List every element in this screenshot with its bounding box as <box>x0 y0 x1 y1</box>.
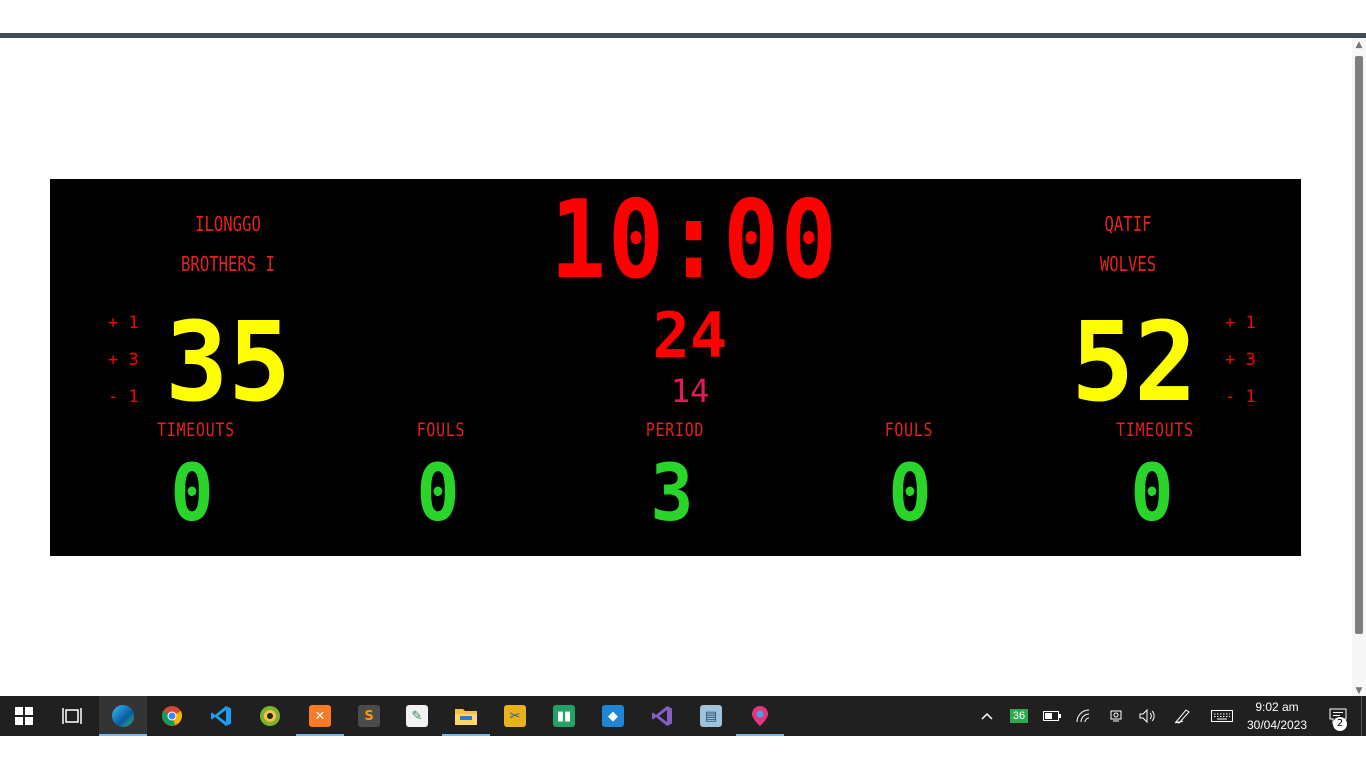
home-plus-3-button[interactable]: + 3 <box>108 351 139 369</box>
home-timeouts-label: TIMEOUTS <box>157 419 235 441</box>
away-minus-1-button[interactable]: - 1 <box>1225 388 1256 406</box>
start-icon[interactable] <box>0 696 48 736</box>
home-minus-1-button[interactable]: - 1 <box>108 388 139 406</box>
home-team-name-line2: BROTHERS I <box>181 252 275 276</box>
chevron-up-icon[interactable] <box>976 696 998 736</box>
vscode-icon[interactable] <box>197 696 245 736</box>
away-timeouts-label: TIMEOUTS <box>1116 419 1194 441</box>
edge-icon[interactable] <box>99 696 147 736</box>
home-fouls-value: 0 <box>416 449 460 539</box>
sublime-text-icon[interactable]: S <box>345 696 393 736</box>
xampp-icon[interactable]: ✕ <box>296 696 344 736</box>
taskbar-date: 30/04/2023 <box>1246 718 1308 732</box>
maps-icon[interactable] <box>736 696 784 736</box>
wifi-icon[interactable] <box>1072 696 1096 736</box>
taskbar-clock[interactable]: 9:02 am 30/04/2023 <box>1236 696 1318 736</box>
game-clock: 10:00 <box>550 178 839 303</box>
show-desktop-button[interactable] <box>1361 696 1366 736</box>
away-plus-1-button[interactable]: + 1 <box>1225 314 1256 332</box>
scroll-thumb[interactable] <box>1355 56 1363 634</box>
notepad-plus-plus-icon[interactable]: ✎ <box>393 696 441 736</box>
keyboard-icon[interactable] <box>1208 696 1236 736</box>
home-team-name-line1: ILONGGO <box>195 212 261 236</box>
notes-icon[interactable]: ▤ <box>687 696 735 736</box>
scoreboard: ILONGGO BROTHERS I QATIF WOLVES 10:00 24… <box>50 179 1301 556</box>
period-value: 3 <box>650 449 694 539</box>
shot-clock: 24 <box>652 299 728 372</box>
webcam-icon[interactable] <box>1104 696 1128 736</box>
home-timeouts-value: 0 <box>170 449 214 539</box>
vertical-scrollbar[interactable]: ▲ ▼ <box>1352 38 1366 696</box>
pycharm-icon[interactable] <box>246 696 294 736</box>
away-fouls-label: FOULS <box>884 419 934 441</box>
visual-studio-icon[interactable] <box>638 696 686 736</box>
tray-app-icon[interactable]: 36 <box>1006 696 1032 736</box>
scroll-up-arrow-icon[interactable]: ▲ <box>1354 40 1364 50</box>
home-score: 35 <box>165 298 292 426</box>
home-fouls-label: FOULS <box>416 419 466 441</box>
chrome-icon[interactable] <box>148 696 196 736</box>
teams-green-app-icon[interactable]: ▮▮ <box>540 696 588 736</box>
taskbar: ✕ S ✎ ✂ ▮▮ ◆ ▤ 36 9:02 am 30/04/2023 2 <box>0 696 1366 736</box>
sandbox-icon[interactable]: ◆ <box>589 696 637 736</box>
tray-badge: 36 <box>1009 709 1029 723</box>
snip-sketch-icon[interactable]: ✂ <box>491 696 539 736</box>
volume-icon[interactable] <box>1136 696 1160 736</box>
away-fouls-value: 0 <box>888 449 932 539</box>
home-plus-1-button[interactable]: + 1 <box>108 314 139 332</box>
away-team-name-line2: WOLVES <box>1099 252 1157 276</box>
scroll-down-arrow-icon[interactable]: ▼ <box>1354 686 1364 696</box>
browser-divider <box>0 33 1366 38</box>
notification-count-badge: 2 <box>1333 717 1347 731</box>
away-timeouts-value: 0 <box>1130 449 1174 539</box>
taskbar-time: 9:02 am <box>1255 700 1299 714</box>
sub-counter: 14 <box>670 372 710 410</box>
pen-icon[interactable] <box>1170 696 1196 736</box>
away-team-name-line1: QATIF <box>1104 212 1152 236</box>
away-plus-3-button[interactable]: + 3 <box>1225 351 1256 369</box>
task-view-icon[interactable] <box>48 696 96 736</box>
away-score: 52 <box>1071 298 1198 426</box>
file-explorer-icon[interactable] <box>442 696 490 736</box>
period-label: PERIOD <box>645 419 705 441</box>
browser-top-area <box>0 0 1366 33</box>
battery-icon[interactable] <box>1040 696 1064 736</box>
